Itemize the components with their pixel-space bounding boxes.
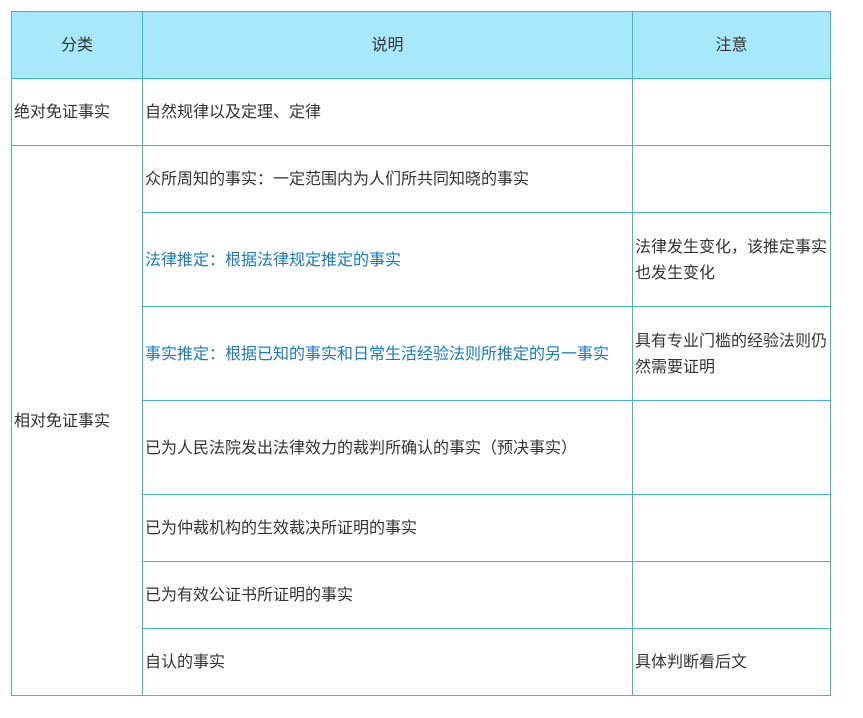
description-cell: 自认的事实 bbox=[142, 628, 633, 696]
header-note: 注意 bbox=[632, 11, 831, 79]
note-cell: 具体判断看后文 bbox=[632, 628, 831, 696]
description-cell: 众所周知的事实：一定范围内为人们所共同知晓的事实 bbox=[142, 145, 633, 213]
table-header-row: 分类 说明 注意 bbox=[11, 11, 831, 79]
description-cell-highlight: 法律推定：根据法律规定推定的事实 bbox=[142, 212, 633, 307]
header-category: 分类 bbox=[11, 11, 143, 79]
description-cell-highlight: 事实推定：根据已知的事实和日常生活经验法则所推定的另一事实 bbox=[142, 306, 633, 401]
note-cell: 具有专业门槛的经验法则仍然需要证明 bbox=[632, 306, 831, 401]
table-row: 绝对免证事实 自然规律以及定理、定律 bbox=[11, 78, 831, 146]
note-cell bbox=[632, 494, 831, 562]
note-cell bbox=[632, 78, 831, 146]
description-cell: 自然规律以及定理、定律 bbox=[142, 78, 633, 146]
description-cell: 已为仲裁机构的生效裁决所证明的事实 bbox=[142, 494, 633, 562]
note-cell bbox=[632, 561, 831, 629]
header-description: 说明 bbox=[142, 11, 633, 79]
category-cell: 相对免证事实 bbox=[11, 145, 143, 696]
note-cell: 法律发生变化，该推定事实也发生变化 bbox=[632, 212, 831, 307]
evidence-exemption-table: 分类 说明 注意 绝对免证事实 自然规律以及定理、定律 相对免证事实 众所周知的… bbox=[11, 11, 831, 696]
description-cell: 已为人民法院发出法律效力的裁判所确认的事实（预决事实） bbox=[142, 400, 633, 495]
description-cell: 已为有效公证书所证明的事实 bbox=[142, 561, 633, 629]
note-cell bbox=[632, 145, 831, 213]
table-row: 相对免证事实 众所周知的事实：一定范围内为人们所共同知晓的事实 bbox=[11, 145, 831, 696]
category-cell: 绝对免证事实 bbox=[11, 78, 143, 146]
note-cell bbox=[632, 400, 831, 495]
